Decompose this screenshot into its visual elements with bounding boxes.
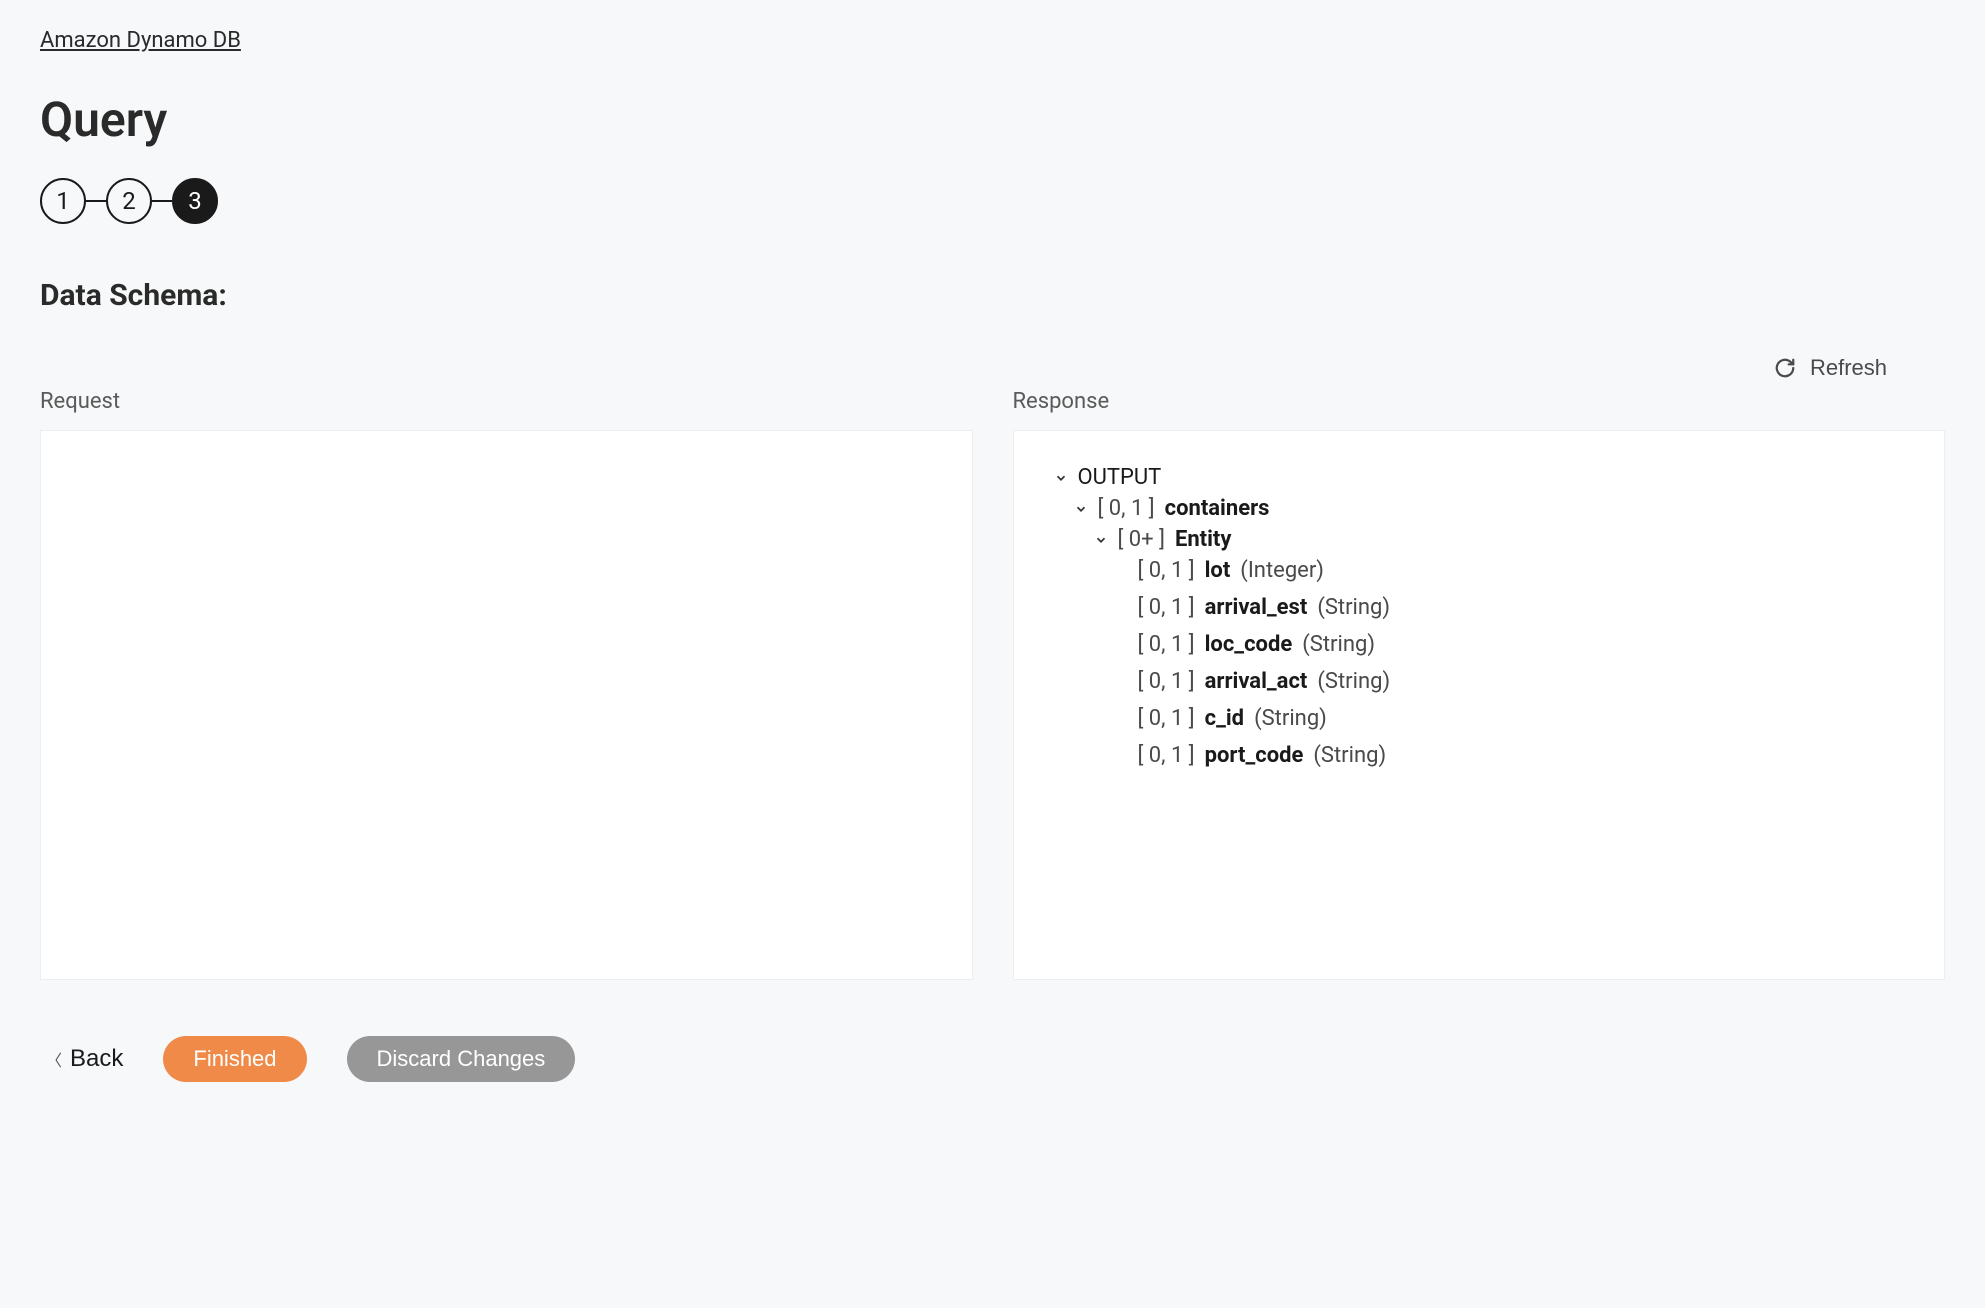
tree-name: c_id <box>1205 706 1244 731</box>
request-panel[interactable] <box>40 430 973 980</box>
breadcrumb-link[interactable]: Amazon Dynamo DB <box>40 28 241 53</box>
tree-cardinality: [ 0, 1 ] <box>1138 632 1195 657</box>
step-connector <box>152 200 172 203</box>
tree-name: Entity <box>1175 527 1232 552</box>
refresh-label: Refresh <box>1810 355 1887 381</box>
stepper: 1 2 3 <box>40 178 1945 224</box>
tree-name: port_code <box>1205 743 1304 768</box>
tree-leaf[interactable]: [ 0, 1 ] loc_code (String) <box>1114 632 1925 657</box>
chevron-down-icon <box>1094 533 1108 547</box>
chevron-down-icon <box>1054 471 1068 485</box>
discard-button[interactable]: Discard Changes <box>347 1036 576 1082</box>
tree-name: loc_code <box>1205 632 1293 657</box>
tree-cardinality: [ 0, 1 ] <box>1098 496 1155 521</box>
tree-node-output[interactable]: OUTPUT <box>1054 465 1925 490</box>
page-title: Query <box>40 91 1945 148</box>
tree-leaf[interactable]: [ 0, 1 ] c_id (String) <box>1114 706 1925 731</box>
refresh-button[interactable]: Refresh <box>1770 353 1891 383</box>
tree-leaf[interactable]: [ 0, 1 ] lot (Integer) <box>1114 558 1925 583</box>
tree-type: (String) <box>1317 595 1390 620</box>
section-title: Data Schema: <box>40 278 1945 313</box>
tree-cardinality: [ 0, 1 ] <box>1138 669 1195 694</box>
tree-cardinality: [ 0, 1 ] <box>1138 743 1195 768</box>
response-panel[interactable]: OUTPUT [ 0, 1 ] containers <box>1013 430 1946 980</box>
finished-button[interactable]: Finished <box>163 1036 306 1082</box>
step-2[interactable]: 2 <box>106 178 152 224</box>
tree-type: (String) <box>1302 632 1375 657</box>
response-label: Response <box>1013 389 1946 414</box>
tree-cardinality: [ 0+ ] <box>1118 527 1165 552</box>
tree-cardinality: [ 0, 1 ] <box>1138 595 1195 620</box>
tree-type: (String) <box>1254 706 1327 731</box>
request-label: Request <box>40 389 973 414</box>
back-button[interactable]: 〈 Back <box>46 1045 123 1073</box>
tree-name: lot <box>1205 558 1231 583</box>
tree-leaf[interactable]: [ 0, 1 ] arrival_act (String) <box>1114 669 1925 694</box>
tree-name: arrival_act <box>1205 669 1308 694</box>
step-1[interactable]: 1 <box>40 178 86 224</box>
back-label: Back <box>70 1045 123 1073</box>
refresh-icon <box>1774 357 1796 379</box>
tree-name: arrival_est <box>1205 595 1308 620</box>
step-connector <box>86 200 106 203</box>
tree-leaf[interactable]: [ 0, 1 ] arrival_est (String) <box>1114 595 1925 620</box>
chevron-down-icon <box>1074 502 1088 516</box>
tree-name: containers <box>1165 496 1270 521</box>
tree-cardinality: [ 0, 1 ] <box>1138 706 1195 731</box>
tree-type: (String) <box>1313 743 1386 768</box>
chevron-left-icon: 〈 <box>46 1047 62 1071</box>
tree-cardinality: [ 0, 1 ] <box>1138 558 1195 583</box>
tree-label: OUTPUT <box>1078 465 1162 490</box>
tree-leaf[interactable]: [ 0, 1 ] port_code (String) <box>1114 743 1925 768</box>
step-3[interactable]: 3 <box>172 178 218 224</box>
tree-node-containers[interactable]: [ 0, 1 ] containers <box>1074 496 1925 521</box>
tree-type: (String) <box>1317 669 1390 694</box>
tree-type: (Integer) <box>1240 558 1324 583</box>
tree-node-entity[interactable]: [ 0+ ] Entity <box>1094 527 1925 552</box>
